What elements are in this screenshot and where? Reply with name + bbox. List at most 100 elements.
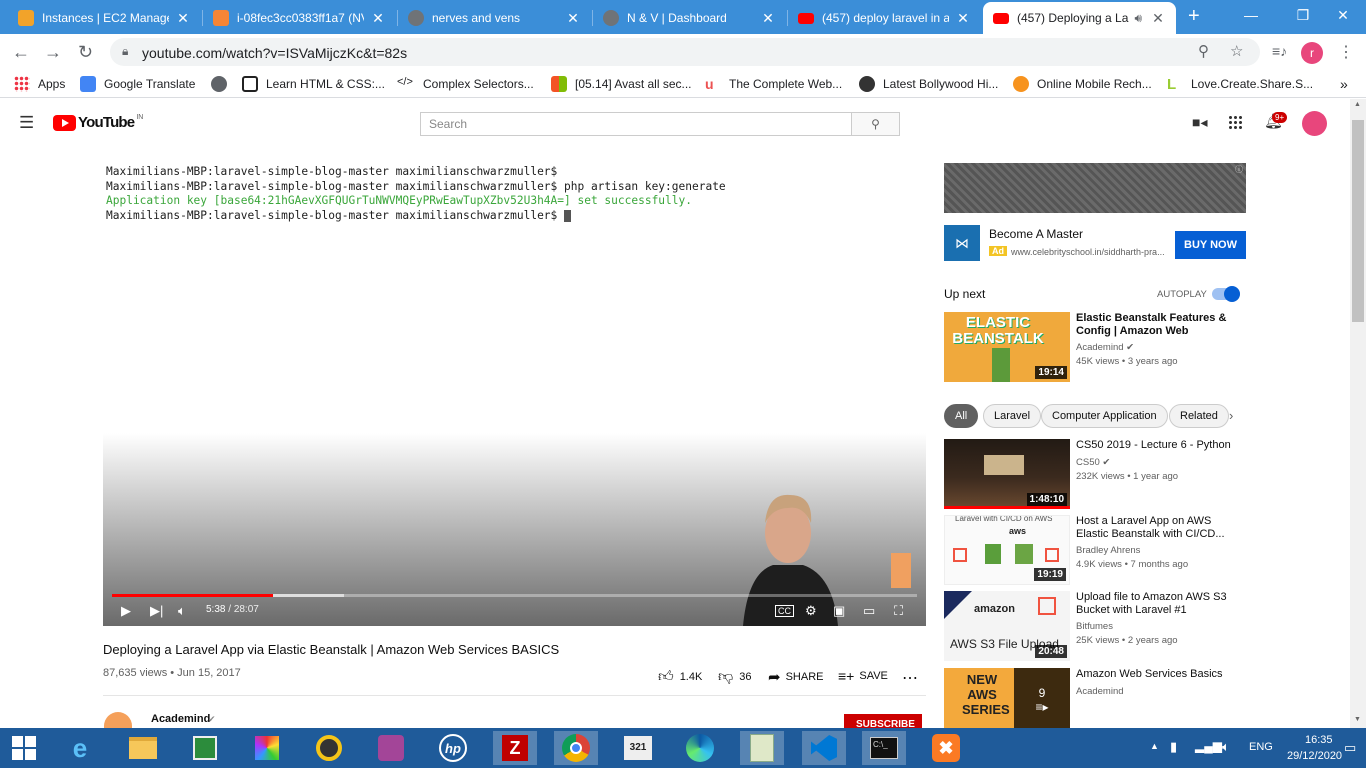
tab-youtube-video[interactable]: (457) Deploying a La 🔊︎ ✕	[983, 2, 1176, 34]
clock-date[interactable]: 29/12/2020	[1287, 750, 1342, 762]
play-icon[interactable]: ▶	[121, 603, 131, 619]
save-button[interactable]: ≡+ SAVE	[838, 668, 888, 684]
bookmark-avast[interactable]: [05.14] Avast all sec...	[551, 76, 692, 92]
video-card[interactable]: ELASTIC BEANSTALK 19:14 Elastic Beanstal…	[944, 312, 1246, 382]
bookmark-apps[interactable]: Apps	[14, 76, 65, 92]
channel-name[interactable]: Academind	[151, 713, 210, 725]
language-indicator[interactable]: ENG	[1249, 741, 1273, 753]
ad-info-icon[interactable]: ⓘ	[1235, 164, 1243, 175]
buy-now-button[interactable]: BUY NOW	[1175, 231, 1246, 259]
youtube-logo[interactable]: YouTube IN	[53, 114, 143, 131]
captions-icon[interactable]: CC	[775, 605, 794, 617]
scroll-up-icon[interactable]: ▲	[1354, 101, 1361, 108]
zoom-search-icon[interactable]: ⚲	[1198, 42, 1209, 60]
media-control-icon[interactable]: ≡♪	[1272, 43, 1287, 59]
create-video-icon[interactable]: ■◂	[1192, 114, 1207, 131]
audio-playing-icon[interactable]: 🔊︎	[1134, 11, 1142, 26]
window-close-button[interactable]: ✕	[1320, 0, 1366, 30]
video-player[interactable]: Maximilians-MBP:laravel-simple-blog-mast…	[103, 163, 926, 626]
media-player-classic-icon[interactable]: 321	[616, 731, 660, 765]
bookmark-complete-web[interactable]: u The Complete Web...	[705, 76, 842, 92]
bookmark-complex-selectors[interactable]: </> Complex Selectors...	[397, 76, 534, 92]
dislike-button[interactable]: 👎︎ 36	[718, 668, 751, 686]
chip-computer-application[interactable]: Computer Application	[1041, 404, 1168, 428]
back-button[interactable]: ←	[12, 42, 30, 63]
scroll-down-icon[interactable]: ▼	[1354, 716, 1361, 723]
hamburger-menu-icon[interactable]: ☰	[19, 113, 34, 133]
hp-icon[interactable]: hp	[431, 731, 475, 765]
file-explorer-icon[interactable]	[121, 731, 165, 765]
subscribe-button[interactable]: SUBSCRIBE	[844, 714, 922, 728]
fullscreen-icon[interactable]: ⛶	[894, 603, 903, 619]
bookmark-globe[interactable]	[211, 76, 235, 92]
bookmark-learn-html[interactable]: Learn HTML & CSS:...	[242, 76, 385, 92]
channel-avatar[interactable]	[104, 712, 132, 728]
windows-start-icon[interactable]	[2, 731, 46, 765]
tray-expand-icon[interactable]: ▲	[1150, 741, 1159, 751]
video-card[interactable]: amazon AWS S3 File Upload 20:48 Upload f…	[944, 591, 1246, 661]
chips-next-icon[interactable]: ›	[1229, 408, 1233, 423]
scrollbar-thumb[interactable]	[1352, 120, 1364, 322]
tab-nerves-and-vens[interactable]: nerves and vens ✕	[398, 2, 591, 34]
network-signal-icon[interactable]: ▂▄▆	[1195, 739, 1222, 753]
settings-gear-icon[interactable]: ⚙	[805, 603, 817, 619]
autoplay-toggle[interactable]	[1212, 286, 1240, 302]
search-button[interactable]: ⚲	[851, 112, 900, 136]
edge-icon[interactable]	[678, 731, 722, 765]
bookmark-star-icon[interactable]: ☆	[1230, 42, 1243, 60]
bookmarks-more[interactable]: »	[1340, 76, 1348, 92]
chip-all[interactable]: All	[944, 404, 979, 428]
video-thumbnail[interactable]: 1:48:10	[944, 439, 1070, 509]
more-actions-button[interactable]: ⋯	[902, 668, 918, 688]
like-button[interactable]: 👍︎ 1.4K	[658, 668, 702, 686]
chip-laravel[interactable]: Laravel	[983, 404, 1042, 428]
apps-grid-icon[interactable]	[1228, 115, 1242, 129]
vscode-icon[interactable]	[802, 731, 846, 765]
internet-explorer-icon[interactable]: e	[58, 731, 102, 765]
profile-avatar[interactable]: r	[1301, 42, 1323, 64]
video-card[interactable]: 1:48:10 CS50 2019 - Lecture 6 - Python C…	[944, 439, 1246, 509]
filezilla-icon[interactable]: Z	[493, 731, 537, 765]
ad-banner-image[interactable]	[944, 163, 1246, 213]
progress-bar[interactable]	[112, 594, 917, 597]
next-icon[interactable]: ▶|	[150, 603, 163, 619]
presentation-icon[interactable]	[369, 731, 413, 765]
chip-related[interactable]: Related	[1169, 404, 1229, 428]
close-icon[interactable]: ✕	[760, 10, 776, 27]
close-icon[interactable]: ✕	[1150, 10, 1166, 27]
volume-icon[interactable]: 🔈︎	[178, 603, 186, 619]
volume-tray-icon[interactable]: 🔈︎	[1222, 739, 1230, 755]
bookmark-bollywood[interactable]: Latest Bollywood Hi...	[859, 76, 998, 92]
bookmark-google-translate[interactable]: Google Translate	[80, 76, 195, 92]
account-avatar[interactable]	[1302, 111, 1327, 136]
video-thumbnail[interactable]: Laravel with CI/CD on AWS aws 19:19	[944, 515, 1070, 585]
menu-kebab-icon[interactable]: ⋮	[1338, 42, 1354, 62]
cmd-icon[interactable]: C:\_	[862, 731, 906, 765]
clock-time[interactable]: 16:35	[1305, 734, 1333, 746]
forward-button[interactable]: →	[44, 42, 62, 63]
xampp-icon[interactable]: ✖	[924, 731, 968, 765]
omnibox[interactable]: 🔒︎ youtube.com/watch?v=ISVaMijczKc&t=82s…	[110, 38, 1260, 66]
reload-button[interactable]: ↻	[78, 42, 93, 63]
close-icon[interactable]: ✕	[565, 10, 581, 27]
close-icon[interactable]: ✕	[370, 10, 386, 27]
battery-icon[interactable]: ▮	[1170, 739, 1177, 755]
close-icon[interactable]: ✕	[175, 10, 191, 27]
bookmark-love-create[interactable]: L Love.Create.Share.S...	[1167, 76, 1313, 93]
video-thumbnail[interactable]: amazon AWS S3 File Upload 20:48	[944, 591, 1070, 661]
store-icon[interactable]	[183, 731, 227, 765]
paint-icon[interactable]	[245, 731, 289, 765]
chrome-icon[interactable]	[554, 731, 598, 765]
ad-logo[interactable]: ⋈	[944, 225, 980, 261]
search-input[interactable]: Search	[420, 112, 852, 136]
ad-title[interactable]: Become A Master	[989, 227, 1083, 241]
notepad-plus-icon[interactable]	[740, 731, 784, 765]
bookmark-mobile-recharge[interactable]: Online Mobile Rech...	[1013, 76, 1152, 92]
share-button[interactable]: ➦ SHARE	[768, 668, 823, 686]
ad-url[interactable]: www.celebrityschool.in/siddharth-pra...	[1011, 247, 1169, 257]
theater-mode-icon[interactable]: ▭	[863, 603, 875, 619]
tab-ec2-instance-detail[interactable]: i-08fec3cc0383ff1a7 (NV ✕	[203, 2, 396, 34]
tab-ec2-instances[interactable]: Instances | EC2 Managem ✕	[8, 2, 201, 34]
tab-nv-dashboard[interactable]: N & V | Dashboard ✕	[593, 2, 786, 34]
video-card[interactable]: Laravel with CI/CD on AWS aws 19:19 Host…	[944, 515, 1246, 585]
